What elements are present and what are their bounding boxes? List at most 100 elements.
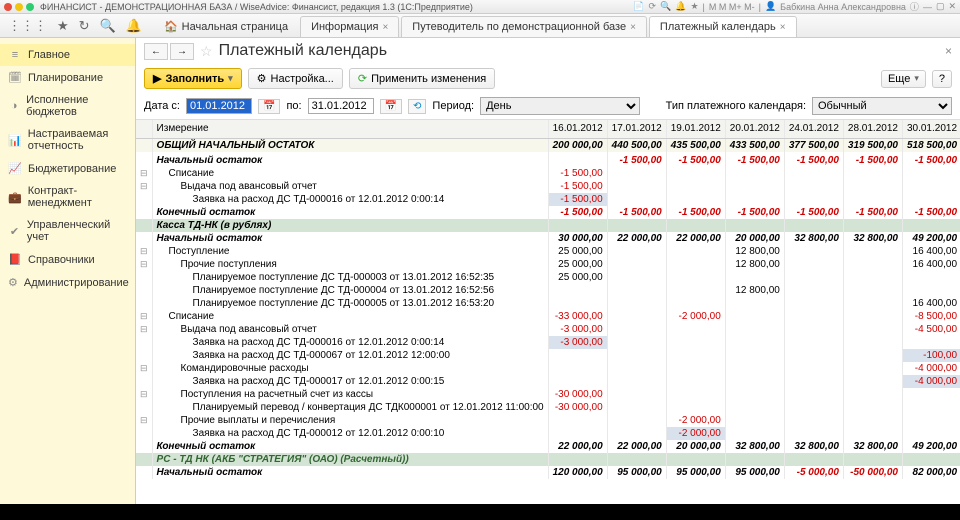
- cell[interactable]: 22 000,00: [607, 440, 666, 453]
- cell[interactable]: -1 500,00: [784, 154, 843, 167]
- cell[interactable]: [902, 284, 960, 297]
- cell[interactable]: [666, 453, 725, 466]
- cell[interactable]: -2 000,00: [666, 310, 725, 323]
- nav-back-button[interactable]: ←: [144, 43, 168, 60]
- cell[interactable]: -1 500,00: [548, 193, 607, 206]
- cell[interactable]: [843, 297, 902, 310]
- sidebar-item-admin[interactable]: ⚙Администрирование: [0, 271, 135, 294]
- grid-row[interactable]: ⊟Прочие выплаты и перечисления-2 000,00: [136, 414, 960, 427]
- cell[interactable]: 12 800,00: [725, 258, 784, 271]
- cell[interactable]: [666, 245, 725, 258]
- cell[interactable]: [725, 219, 784, 232]
- cell[interactable]: [607, 414, 666, 427]
- cell[interactable]: [666, 401, 725, 414]
- grid-row[interactable]: Начальный остаток-1 500,00-1 500,00-1 50…: [136, 154, 960, 167]
- cell[interactable]: 49 200,00: [902, 440, 960, 453]
- cell[interactable]: [843, 284, 902, 297]
- cell[interactable]: [607, 258, 666, 271]
- cell[interactable]: [548, 154, 607, 167]
- cell[interactable]: [725, 180, 784, 193]
- cell[interactable]: -5 000,00: [784, 466, 843, 479]
- cell[interactable]: [784, 258, 843, 271]
- cell[interactable]: -30 000,00: [548, 401, 607, 414]
- sys-icon[interactable]: M M M+ M-: [709, 2, 755, 12]
- cell[interactable]: [784, 310, 843, 323]
- cell[interactable]: [607, 427, 666, 440]
- tab-payment-calendar[interactable]: Платежный календарь×: [649, 16, 797, 37]
- cell[interactable]: [548, 297, 607, 310]
- cell[interactable]: -3 000,00: [548, 336, 607, 349]
- cell[interactable]: [843, 362, 902, 375]
- cell[interactable]: [607, 193, 666, 206]
- cell[interactable]: [666, 193, 725, 206]
- cell[interactable]: [725, 362, 784, 375]
- cell[interactable]: [843, 453, 902, 466]
- cell[interactable]: [902, 414, 960, 427]
- cell[interactable]: [548, 362, 607, 375]
- cell[interactable]: 200 000,00: [548, 138, 607, 152]
- cell[interactable]: [548, 219, 607, 232]
- cell[interactable]: [607, 297, 666, 310]
- period-select[interactable]: День: [480, 97, 640, 115]
- cell[interactable]: [725, 297, 784, 310]
- col-date[interactable]: 19.01.2012: [666, 120, 725, 138]
- caltype-select[interactable]: Обычный: [812, 97, 952, 115]
- cell[interactable]: [902, 453, 960, 466]
- grid-row[interactable]: ⊟Списание-1 500,00: [136, 167, 960, 180]
- cell[interactable]: [725, 401, 784, 414]
- cell[interactable]: 440 500,00: [607, 138, 666, 152]
- grid-row[interactable]: РС - ТД НК (АКБ "СТРАТЕГИЯ" (ОАО) (Расче…: [136, 453, 960, 466]
- cell[interactable]: [784, 427, 843, 440]
- cell[interactable]: [843, 401, 902, 414]
- cell[interactable]: -1 500,00: [843, 206, 902, 219]
- cell[interactable]: [725, 336, 784, 349]
- sidebar-item-budgets[interactable]: ◑Исполнение бюджетов: [0, 89, 135, 123]
- help-icon[interactable]: ⓘ: [910, 0, 919, 13]
- cell[interactable]: [843, 414, 902, 427]
- cell[interactable]: [843, 258, 902, 271]
- cell[interactable]: [725, 193, 784, 206]
- cell[interactable]: [548, 284, 607, 297]
- cell[interactable]: 12 800,00: [725, 245, 784, 258]
- cell[interactable]: [843, 245, 902, 258]
- grid-row[interactable]: Заявка на расход ДС ТД-000067 от 12.01.2…: [136, 349, 960, 362]
- grid-row[interactable]: Планируемое поступление ДС ТД-000005 от …: [136, 297, 960, 310]
- cell[interactable]: 32 800,00: [784, 232, 843, 245]
- cell[interactable]: [548, 375, 607, 388]
- cell[interactable]: 518 500,00: [902, 138, 960, 152]
- grid-row[interactable]: Начальный остаток120 000,0095 000,0095 0…: [136, 466, 960, 479]
- cell[interactable]: [843, 349, 902, 362]
- cell[interactable]: -3 000,00: [548, 323, 607, 336]
- cell[interactable]: -1 500,00: [843, 154, 902, 167]
- sys-icon[interactable]: 📄: [633, 1, 644, 12]
- cell[interactable]: [607, 180, 666, 193]
- cell[interactable]: -2 000,00: [666, 414, 725, 427]
- cell[interactable]: 95 000,00: [666, 466, 725, 479]
- cell[interactable]: [548, 349, 607, 362]
- sys-icon[interactable]: ★: [690, 1, 698, 12]
- cell[interactable]: -8 500,00: [902, 310, 960, 323]
- cell[interactable]: 377 500,00: [784, 138, 843, 152]
- cell[interactable]: 319 500,00: [843, 138, 902, 152]
- cell[interactable]: [784, 336, 843, 349]
- grid-row[interactable]: ⊟Поступления на расчетный счет из кассы-…: [136, 388, 960, 401]
- cell[interactable]: [607, 167, 666, 180]
- cell[interactable]: 20 000,00: [666, 440, 725, 453]
- grid-row[interactable]: ⊟Выдача под авансовый отчет-3 000,00-4 5…: [136, 323, 960, 336]
- cell[interactable]: [843, 427, 902, 440]
- cell[interactable]: [843, 336, 902, 349]
- cell[interactable]: [843, 375, 902, 388]
- sys-icon[interactable]: 🔍: [660, 1, 671, 12]
- cell[interactable]: -1 500,00: [725, 154, 784, 167]
- close-icon[interactable]: ×: [780, 22, 786, 33]
- cell[interactable]: [607, 349, 666, 362]
- cell[interactable]: 16 400,00: [902, 245, 960, 258]
- cell[interactable]: [725, 375, 784, 388]
- cell[interactable]: [784, 219, 843, 232]
- cell[interactable]: -30 000,00: [548, 388, 607, 401]
- cell[interactable]: 49 200,00: [902, 232, 960, 245]
- cell[interactable]: 16 400,00: [902, 258, 960, 271]
- apply-changes-button[interactable]: ⟳Применить изменения: [349, 68, 495, 89]
- sidebar-item-main[interactable]: ≡Главное: [0, 44, 135, 66]
- cell[interactable]: [784, 388, 843, 401]
